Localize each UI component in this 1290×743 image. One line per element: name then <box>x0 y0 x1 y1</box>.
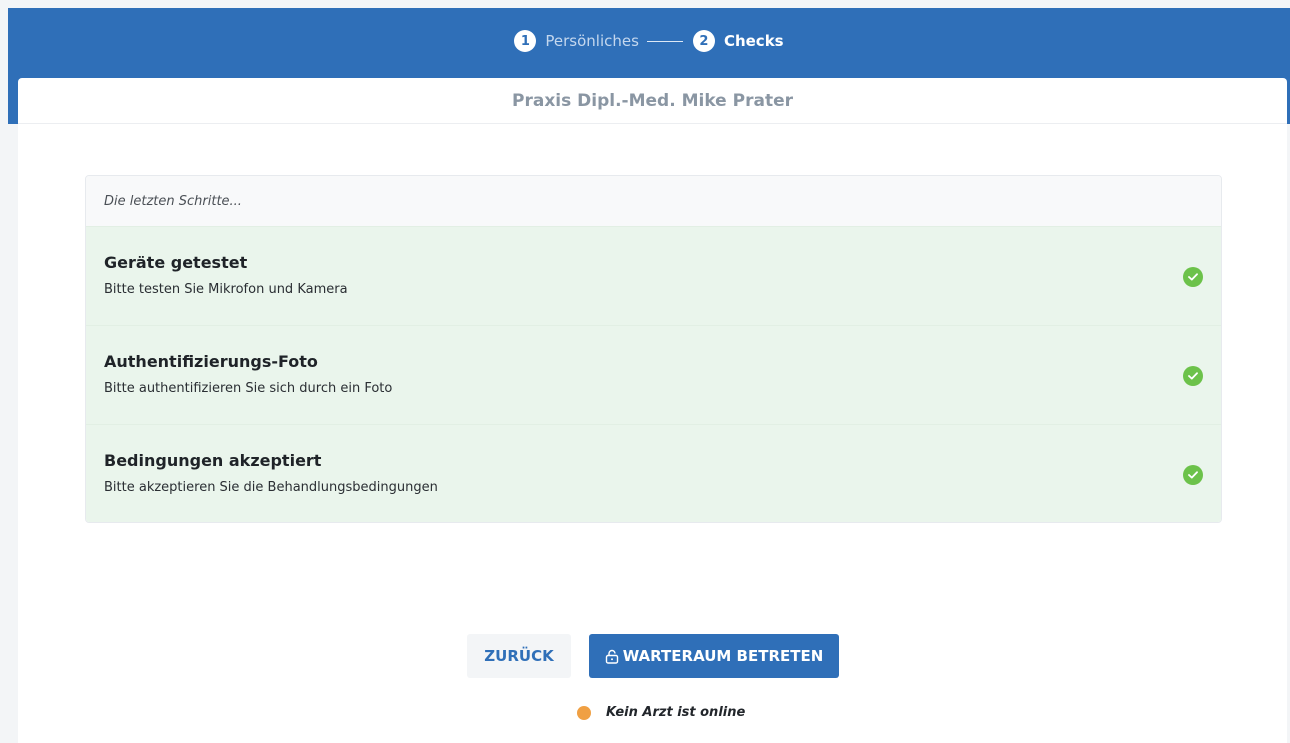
check-item-description: Bitte akzeptieren Sie die Behandlungsbed… <box>104 480 438 495</box>
check-circle-icon <box>1183 366 1203 386</box>
stepper: 1 Persönliches 2 Checks <box>8 28 1290 54</box>
check-item-devices: Geräte getestet Bitte testen Sie Mikrofo… <box>86 226 1221 325</box>
step-label: Checks <box>723 32 784 50</box>
step-number: 1 <box>514 30 537 52</box>
check-item-terms: Bedingungen akzeptiert Bitte akzeptieren… <box>86 424 1221 522</box>
doctor-status: Kein Arzt ist online <box>577 705 745 720</box>
step-personal: 1 Persönliches <box>514 30 639 52</box>
check-item-title: Authentifizierungs-Foto <box>104 352 318 371</box>
back-button[interactable]: ZURÜCK <box>467 634 571 678</box>
check-item-title: Bedingungen akzeptiert <box>104 451 322 470</box>
check-item-title: Geräte getestet <box>104 253 248 272</box>
check-circle-icon <box>1183 267 1203 287</box>
checks-heading-text: Die letzten Schritte... <box>104 193 242 209</box>
status-dot-icon <box>577 705 591 720</box>
status-text: Kein Arzt ist online <box>606 705 746 720</box>
check-item-photo: Authentifizierungs-Foto Bitte authentifi… <box>86 325 1221 424</box>
step-number: 2 <box>692 30 715 52</box>
check-item-description: Bitte authentifizieren Sie sich durch ei… <box>104 381 393 396</box>
card-header: Praxis Dipl.-Med. Mike Prater <box>18 78 1287 124</box>
checks-heading: Die letzten Schritte... <box>86 176 1221 226</box>
lock-open-icon <box>605 649 618 664</box>
checks-panel: Die letzten Schritte... Geräte getestet … <box>85 175 1222 523</box>
check-item-description: Bitte testen Sie Mikrofon und Kamera <box>104 282 348 297</box>
page-title: Praxis Dipl.-Med. Mike Prater <box>512 90 793 111</box>
enter-button-label: WARTERAUM BETRETEN <box>622 647 824 665</box>
enter-waiting-room-button[interactable]: WARTERAUM BETRETEN <box>589 634 839 678</box>
step-connector <box>646 40 683 42</box>
check-circle-icon <box>1183 465 1203 485</box>
step-checks: 2 Checks <box>692 30 784 52</box>
main-card: Praxis Dipl.-Med. Mike Prater Die letzte… <box>18 78 1287 743</box>
action-buttons: ZURÜCK WARTERAUM BETRETEN <box>467 634 839 678</box>
step-label: Persönliches <box>545 32 639 50</box>
